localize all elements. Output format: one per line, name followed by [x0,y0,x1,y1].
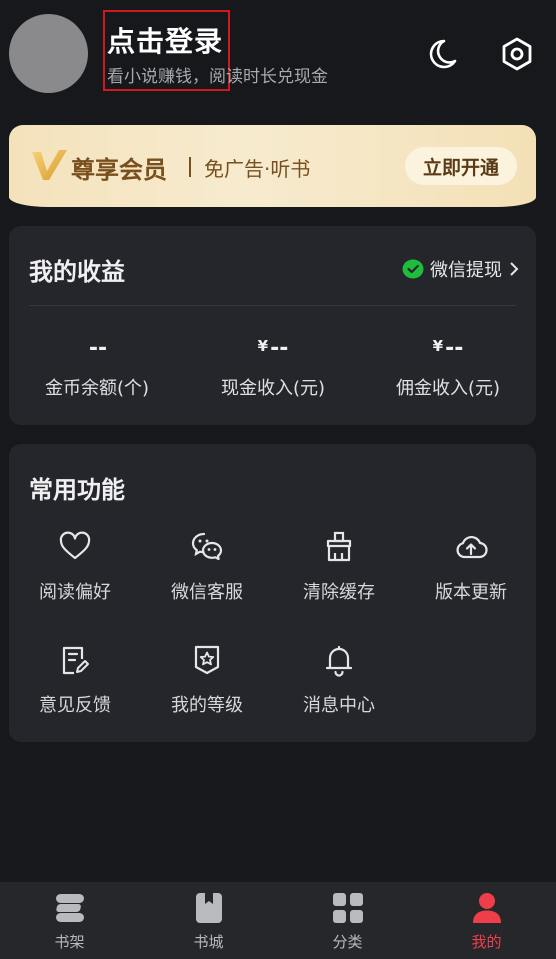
vip-separator [189,157,191,177]
stat-label: 现金收入(元) [220,378,326,399]
bottom-nav: 书架 书城 分类 我的 [0,882,556,959]
stat-coin-balance[interactable]: -- 金币余额(个) [9,336,185,400]
func-label: 微信客服 [171,582,243,603]
chevron-right-icon [510,262,519,276]
common-functions-card: 常用功能 阅读偏好 微信客服 清除缓存 版本更新 意见反馈 我的等级 消息中心 [9,444,536,742]
stat-commission-income[interactable]: ¥-- 佣金收入(元) [360,336,536,400]
earnings-card: 我的收益 微信提现 -- 金币余额(个) ¥-- 现金收入(元) ¥-- 佣金收… [9,226,536,425]
nav-bookstore[interactable]: 书城 [139,882,278,959]
currency-symbol: ¥ [257,337,269,355]
stat-number: -- [445,336,464,361]
wechat-icon [191,532,223,561]
wechat-withdraw-link[interactable]: 微信提现 [402,256,520,282]
earnings-title: 我的收益 [29,258,125,286]
bookshelf-icon [55,894,84,922]
vip-name: 尊享会员 [71,155,167,184]
nav-category[interactable]: 分类 [278,882,417,959]
nav-label: 书城 [193,933,224,951]
wechat-check-icon [402,259,424,279]
vip-open-button[interactable]: 立即开通 [405,147,517,185]
stat-value: -- [9,336,185,364]
login-subtitle: 看小说赚钱，阅读时长兑现金 [107,67,328,87]
func-label: 我的等级 [171,695,243,716]
functions-title: 常用功能 [29,476,125,504]
profile-page: 点击登录 看小说赚钱，阅读时长兑现金 尊享会员 免广告·听书 立即开通 我的收益 [0,0,556,959]
cloud-upload-icon [456,536,488,559]
star-badge-icon [194,645,220,675]
func-clear-cache[interactable]: 清除缓存 [273,530,405,604]
func-label: 清除缓存 [303,582,375,603]
login-button[interactable]: 点击登录 [107,20,223,60]
nav-label: 分类 [332,933,363,951]
func-feedback[interactable]: 意见反馈 [9,643,141,717]
vip-logo-icon [32,150,67,180]
earnings-divider [29,305,516,306]
user-icon [472,893,501,923]
func-message-center[interactable]: 消息中心 [273,643,405,717]
func-reading-preference[interactable]: 阅读偏好 [9,530,141,604]
stat-value: ¥-- [185,336,361,364]
stat-number: -- [88,336,108,361]
bell-icon [325,645,353,677]
stat-cash-income[interactable]: ¥-- 现金收入(元) [185,336,361,400]
vip-banner[interactable]: 尊享会员 免广告·听书 立即开通 [9,125,536,207]
vip-description: 免广告·听书 [204,157,311,181]
nav-bookshelf[interactable]: 书架 [0,882,139,959]
func-label: 意见反馈 [39,695,111,716]
avatar[interactable] [9,14,88,93]
currency-symbol: ¥ [432,337,444,355]
grid-category-icon [332,893,363,923]
broom-icon [326,531,352,562]
stat-label: 佣金收入(元) [395,378,501,399]
bookstore-icon [195,893,222,923]
nav-mine[interactable]: 我的 [417,882,556,959]
func-label: 阅读偏好 [39,582,111,603]
moon-icon[interactable] [422,34,462,74]
nav-label: 我的 [471,933,502,951]
heart-icon [59,531,91,560]
func-label: 消息中心 [303,695,375,716]
nav-label: 书架 [54,933,85,951]
stat-label: 金币余额(个) [44,378,150,399]
wechat-withdraw-label: 微信提现 [430,260,502,281]
func-label: 版本更新 [435,582,507,603]
feedback-edit-icon [62,646,89,675]
stat-value: ¥-- [360,336,536,364]
stat-number: -- [270,336,289,361]
func-my-level[interactable]: 我的等级 [141,643,273,717]
func-version-update[interactable]: 版本更新 [405,530,537,604]
settings-icon[interactable] [497,34,537,74]
profile-header: 点击登录 看小说赚钱，阅读时长兑现金 [0,0,556,110]
func-wechat-service[interactable]: 微信客服 [141,530,273,604]
